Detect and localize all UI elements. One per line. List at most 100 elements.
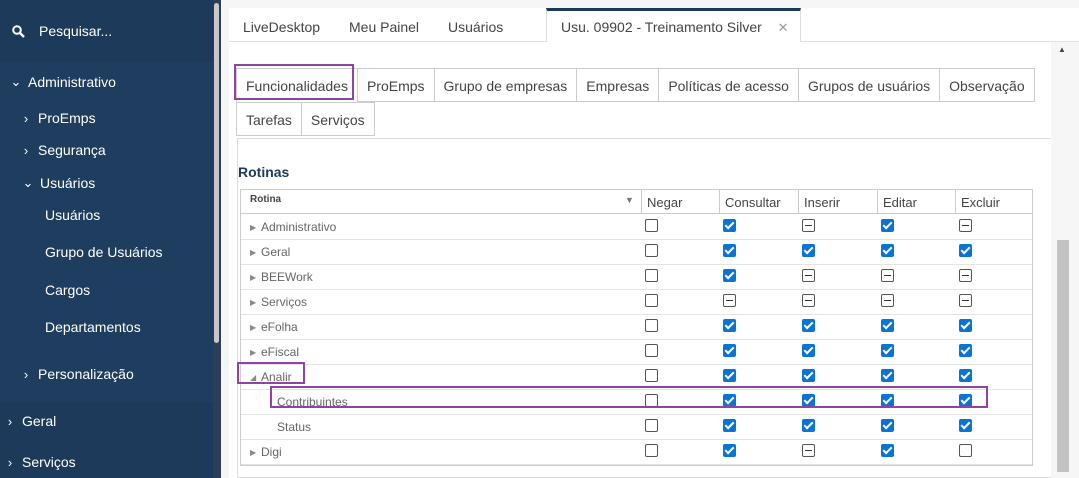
editar-checkbox[interactable] bbox=[881, 419, 894, 432]
negar-checkbox[interactable] bbox=[645, 269, 658, 282]
highlight-contribuintes bbox=[270, 386, 988, 408]
expand-arrow-icon[interactable]: ▶ bbox=[250, 215, 256, 240]
search-bar[interactable]: Pesquisar... bbox=[0, 0, 221, 62]
editar-checkbox[interactable] bbox=[881, 369, 894, 382]
inserir-checkbox[interactable] bbox=[802, 219, 815, 232]
tab-usuarios[interactable]: Usuários bbox=[448, 8, 503, 42]
column-header-inserir: Inserir bbox=[798, 190, 877, 214]
sidebar-item-usuarios-group[interactable]: ⌄ Usuários bbox=[22, 175, 96, 191]
excluir-checkbox[interactable] bbox=[959, 369, 972, 382]
sidebar-item-seguranca[interactable]: › Segurança bbox=[20, 142, 106, 158]
excluir-checkbox[interactable] bbox=[959, 269, 972, 282]
editar-checkbox[interactable] bbox=[881, 244, 894, 257]
editar-checkbox[interactable] bbox=[881, 444, 894, 457]
table-row[interactable]: ▶ Serviços bbox=[241, 290, 1032, 315]
negar-checkbox[interactable] bbox=[645, 294, 658, 307]
sidebar-item-personalizacao[interactable]: › Personalização bbox=[20, 366, 134, 382]
expand-arrow-icon[interactable]: ▶ bbox=[250, 240, 256, 265]
editar-checkbox[interactable] bbox=[881, 294, 894, 307]
sidebar-item-label: Personalização bbox=[38, 366, 134, 382]
consultar-checkbox[interactable] bbox=[723, 419, 736, 432]
excluir-checkbox[interactable] bbox=[959, 219, 972, 232]
inserir-checkbox[interactable] bbox=[802, 369, 815, 382]
consultar-checkbox[interactable] bbox=[723, 369, 736, 382]
row-label: Digi bbox=[261, 445, 282, 459]
sidebar-item-label: Administrativo bbox=[28, 74, 116, 90]
excluir-checkbox[interactable] bbox=[959, 244, 972, 257]
search-icon bbox=[12, 24, 25, 38]
tab-usuario-09902[interactable]: Usu. 09902 - Treinamento Silver ✕ bbox=[546, 8, 801, 43]
table-row[interactable]: ▶ Digi bbox=[241, 440, 1032, 465]
inserir-checkbox[interactable] bbox=[802, 294, 815, 307]
editar-checkbox[interactable] bbox=[881, 269, 894, 282]
excluir-checkbox[interactable] bbox=[959, 294, 972, 307]
highlight-funcionalidades bbox=[234, 64, 354, 100]
negar-checkbox[interactable] bbox=[645, 369, 658, 382]
tab-tarefas[interactable]: Tarefas bbox=[236, 102, 301, 136]
inserir-checkbox[interactable] bbox=[802, 269, 815, 282]
sidebar-item-proemps[interactable]: › ProEmps bbox=[20, 110, 96, 126]
tab-servicos[interactable]: Serviços bbox=[300, 102, 375, 136]
inserir-checkbox[interactable] bbox=[802, 319, 815, 332]
column-header-consultar: Consultar bbox=[719, 190, 798, 214]
search-placeholder: Pesquisar... bbox=[39, 23, 113, 39]
tab-empresas[interactable]: Empresas bbox=[576, 68, 659, 102]
inserir-checkbox[interactable] bbox=[802, 344, 815, 357]
editar-checkbox[interactable] bbox=[881, 319, 894, 332]
table-row[interactable]: Status bbox=[241, 415, 1032, 440]
expand-arrow-icon[interactable]: ▶ bbox=[250, 265, 256, 290]
content-scrollbar-thumb[interactable] bbox=[1057, 240, 1069, 472]
tab-politicas-acesso[interactable]: Políticas de acesso bbox=[658, 68, 798, 102]
scroll-up-arrow-icon[interactable]: ▲ bbox=[1058, 45, 1066, 54]
negar-checkbox[interactable] bbox=[645, 444, 658, 457]
sidebar-item-geral[interactable]: › Geral bbox=[4, 413, 56, 429]
inserir-checkbox[interactable] bbox=[802, 419, 815, 432]
row-label: eFolha bbox=[261, 320, 298, 334]
sidebar-item-servicos[interactable]: › Serviços bbox=[4, 454, 76, 470]
filter-icon[interactable]: ▼ bbox=[625, 195, 634, 205]
tab-grupos-usuarios[interactable]: Grupos de usuários bbox=[797, 68, 940, 102]
table-row[interactable]: ▶ Administrativo bbox=[241, 215, 1032, 240]
sidebar-item-grupo-usuarios[interactable]: Grupo de Usuários bbox=[45, 244, 163, 260]
negar-checkbox[interactable] bbox=[645, 244, 658, 257]
table-row[interactable]: ▶ BEEWork bbox=[241, 265, 1032, 290]
table-row[interactable]: ▶ eFiscal bbox=[241, 340, 1032, 365]
sidebar-scrollbar-thumb[interactable] bbox=[214, 3, 219, 343]
row-label: Geral bbox=[261, 245, 291, 259]
excluir-checkbox[interactable] bbox=[959, 344, 972, 357]
inserir-checkbox[interactable] bbox=[802, 444, 815, 457]
consultar-checkbox[interactable] bbox=[723, 244, 736, 257]
expand-arrow-icon[interactable]: ▶ bbox=[250, 290, 256, 315]
sidebar-item-administrativo[interactable]: ⌄ Administrativo bbox=[10, 74, 116, 90]
tab-meu-painel[interactable]: Meu Painel bbox=[349, 8, 419, 42]
consultar-checkbox[interactable] bbox=[723, 219, 736, 232]
tab-grupo-empresas[interactable]: Grupo de empresas bbox=[433, 68, 577, 102]
editar-checkbox[interactable] bbox=[881, 219, 894, 232]
excluir-checkbox[interactable] bbox=[959, 319, 972, 332]
tab-proemps[interactable]: ProEmps bbox=[356, 68, 434, 102]
sidebar-item-cargos[interactable]: Cargos bbox=[45, 282, 90, 298]
negar-checkbox[interactable] bbox=[645, 319, 658, 332]
close-icon[interactable]: ✕ bbox=[778, 20, 789, 35]
consultar-checkbox[interactable] bbox=[723, 294, 736, 307]
sidebar-item-usuarios[interactable]: Usuários bbox=[45, 207, 100, 223]
consultar-checkbox[interactable] bbox=[723, 344, 736, 357]
excluir-checkbox[interactable] bbox=[959, 444, 972, 457]
table-row[interactable]: ▶ eFolha bbox=[241, 315, 1032, 340]
tab-observacao[interactable]: Observação bbox=[939, 68, 1035, 102]
expand-arrow-icon[interactable]: ▶ bbox=[250, 315, 256, 340]
consultar-checkbox[interactable] bbox=[723, 269, 736, 282]
editar-checkbox[interactable] bbox=[881, 344, 894, 357]
expand-arrow-icon[interactable]: ▶ bbox=[250, 440, 256, 465]
table-row[interactable]: ▶ Geral bbox=[241, 240, 1032, 265]
consultar-checkbox[interactable] bbox=[723, 444, 736, 457]
column-header-rotina[interactable]: Rotina bbox=[241, 190, 641, 214]
tab-livedesktop[interactable]: LiveDesktop bbox=[243, 8, 320, 42]
excluir-checkbox[interactable] bbox=[959, 419, 972, 432]
negar-checkbox[interactable] bbox=[645, 419, 658, 432]
consultar-checkbox[interactable] bbox=[723, 319, 736, 332]
inserir-checkbox[interactable] bbox=[802, 244, 815, 257]
negar-checkbox[interactable] bbox=[645, 219, 658, 232]
negar-checkbox[interactable] bbox=[645, 344, 658, 357]
sidebar-item-departamentos[interactable]: Departamentos bbox=[45, 319, 141, 335]
